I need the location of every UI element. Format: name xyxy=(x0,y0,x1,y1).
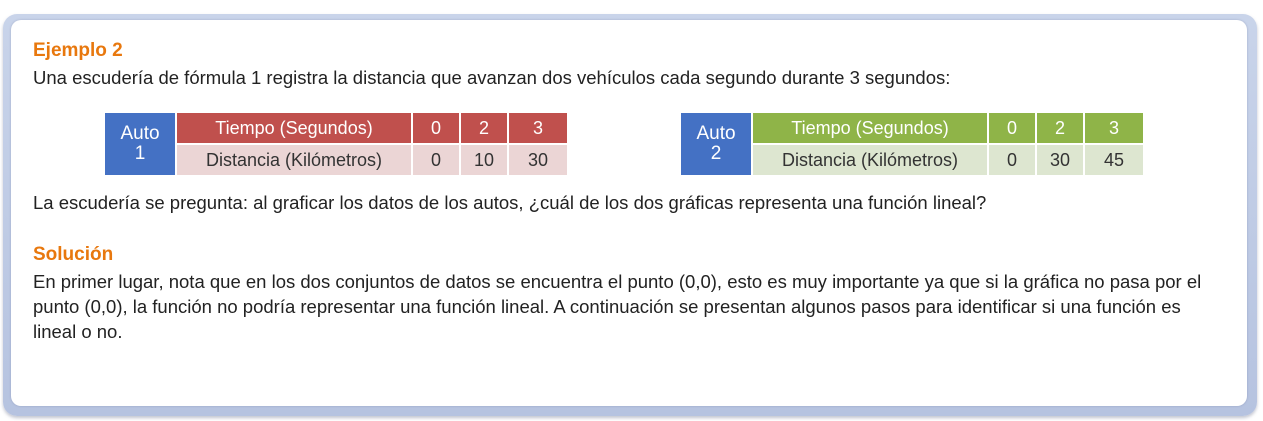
distance-value: 0 xyxy=(987,143,1035,175)
solution-title: Solución xyxy=(33,244,114,265)
solution-body: En primer lugar, nota que en los dos con… xyxy=(33,271,1202,342)
distance-header: Distancia (Kilómetros) xyxy=(751,143,987,175)
time-value: 3 xyxy=(1083,113,1143,143)
time-value: 2 xyxy=(1035,113,1083,143)
distance-header: Distancia (Kilómetros) xyxy=(175,143,411,175)
example-intro: Una escudería de fórmula 1 registra la d… xyxy=(33,67,951,88)
distance-value: 10 xyxy=(459,143,507,175)
example-title: Ejemplo 2 xyxy=(33,40,123,61)
auto-2-table: Auto 2 Tiempo (Segundos) 0 2 3 Distancia … xyxy=(681,113,1143,175)
time-value: 0 xyxy=(987,113,1035,143)
question-text: La escudería se pregunta: al graficar lo… xyxy=(33,192,987,213)
auto-1-table: Auto 1 Tiempo (Segundos) 0 2 3 Distancia … xyxy=(105,113,567,175)
time-value: 0 xyxy=(411,113,459,143)
distance-value: 0 xyxy=(411,143,459,175)
distance-value: 30 xyxy=(1035,143,1083,175)
time-value: 2 xyxy=(459,113,507,143)
time-header: Tiempo (Segundos) xyxy=(175,113,411,143)
time-header: Tiempo (Segundos) xyxy=(751,113,987,143)
distance-value: 30 xyxy=(507,143,567,175)
auto-1-label: Auto 1 xyxy=(105,113,175,175)
auto-2-label: Auto 2 xyxy=(681,113,751,175)
distance-value: 45 xyxy=(1083,143,1143,175)
time-value: 3 xyxy=(507,113,567,143)
